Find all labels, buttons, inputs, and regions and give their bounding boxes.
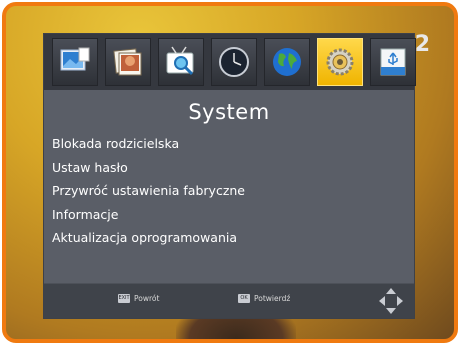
back-hint[interactable]: EXIT Powrót [118,294,159,303]
tab-language[interactable] [264,38,310,86]
channel-logo: 2 [414,32,430,57]
menu-item-information[interactable]: Informacje [44,203,414,227]
media-gallery-icon [113,48,142,76]
menu-item-set-password[interactable]: Ustaw hasło [44,156,414,180]
category-icon-bar [44,34,416,90]
tab-search[interactable] [158,38,204,86]
channel-search-icon [166,46,194,76]
usb-icon [380,48,406,76]
navigation-arrows-icon [378,287,404,319]
clock-icon [219,47,249,77]
tab-media[interactable] [105,38,151,86]
ok-key-icon: OK [238,294,250,303]
menu-title: System [188,100,270,124]
picture-settings-icon [60,47,90,71]
tab-system[interactable] [317,38,363,86]
tab-time[interactable] [211,38,257,86]
back-label: Powrót [134,294,160,303]
system-menu-panel: System Blokada rodzicielska Ustaw hasło … [44,34,416,318]
menu-item-factory-reset[interactable]: Przywróć ustawienia fabryczne [44,179,414,203]
globe-icon [273,48,301,76]
system-settings-icon [326,48,354,76]
menu-list: Blokada rodzicielska Ustaw hasło Przywró… [44,132,414,250]
menu-item-software-update[interactable]: Aktualizacja oprogramowania [44,226,414,250]
menu-item-parental-lock[interactable]: Blokada rodzicielska [44,132,414,156]
tab-picture[interactable] [52,38,98,86]
footer-bar: EXIT Powrót OK Potwierdź [44,283,414,318]
exit-key-icon: EXIT [118,294,130,303]
tab-usb[interactable] [370,38,416,86]
ok-label: Potwierdź [254,294,291,303]
confirm-hint[interactable]: OK Potwierdź [238,294,290,303]
